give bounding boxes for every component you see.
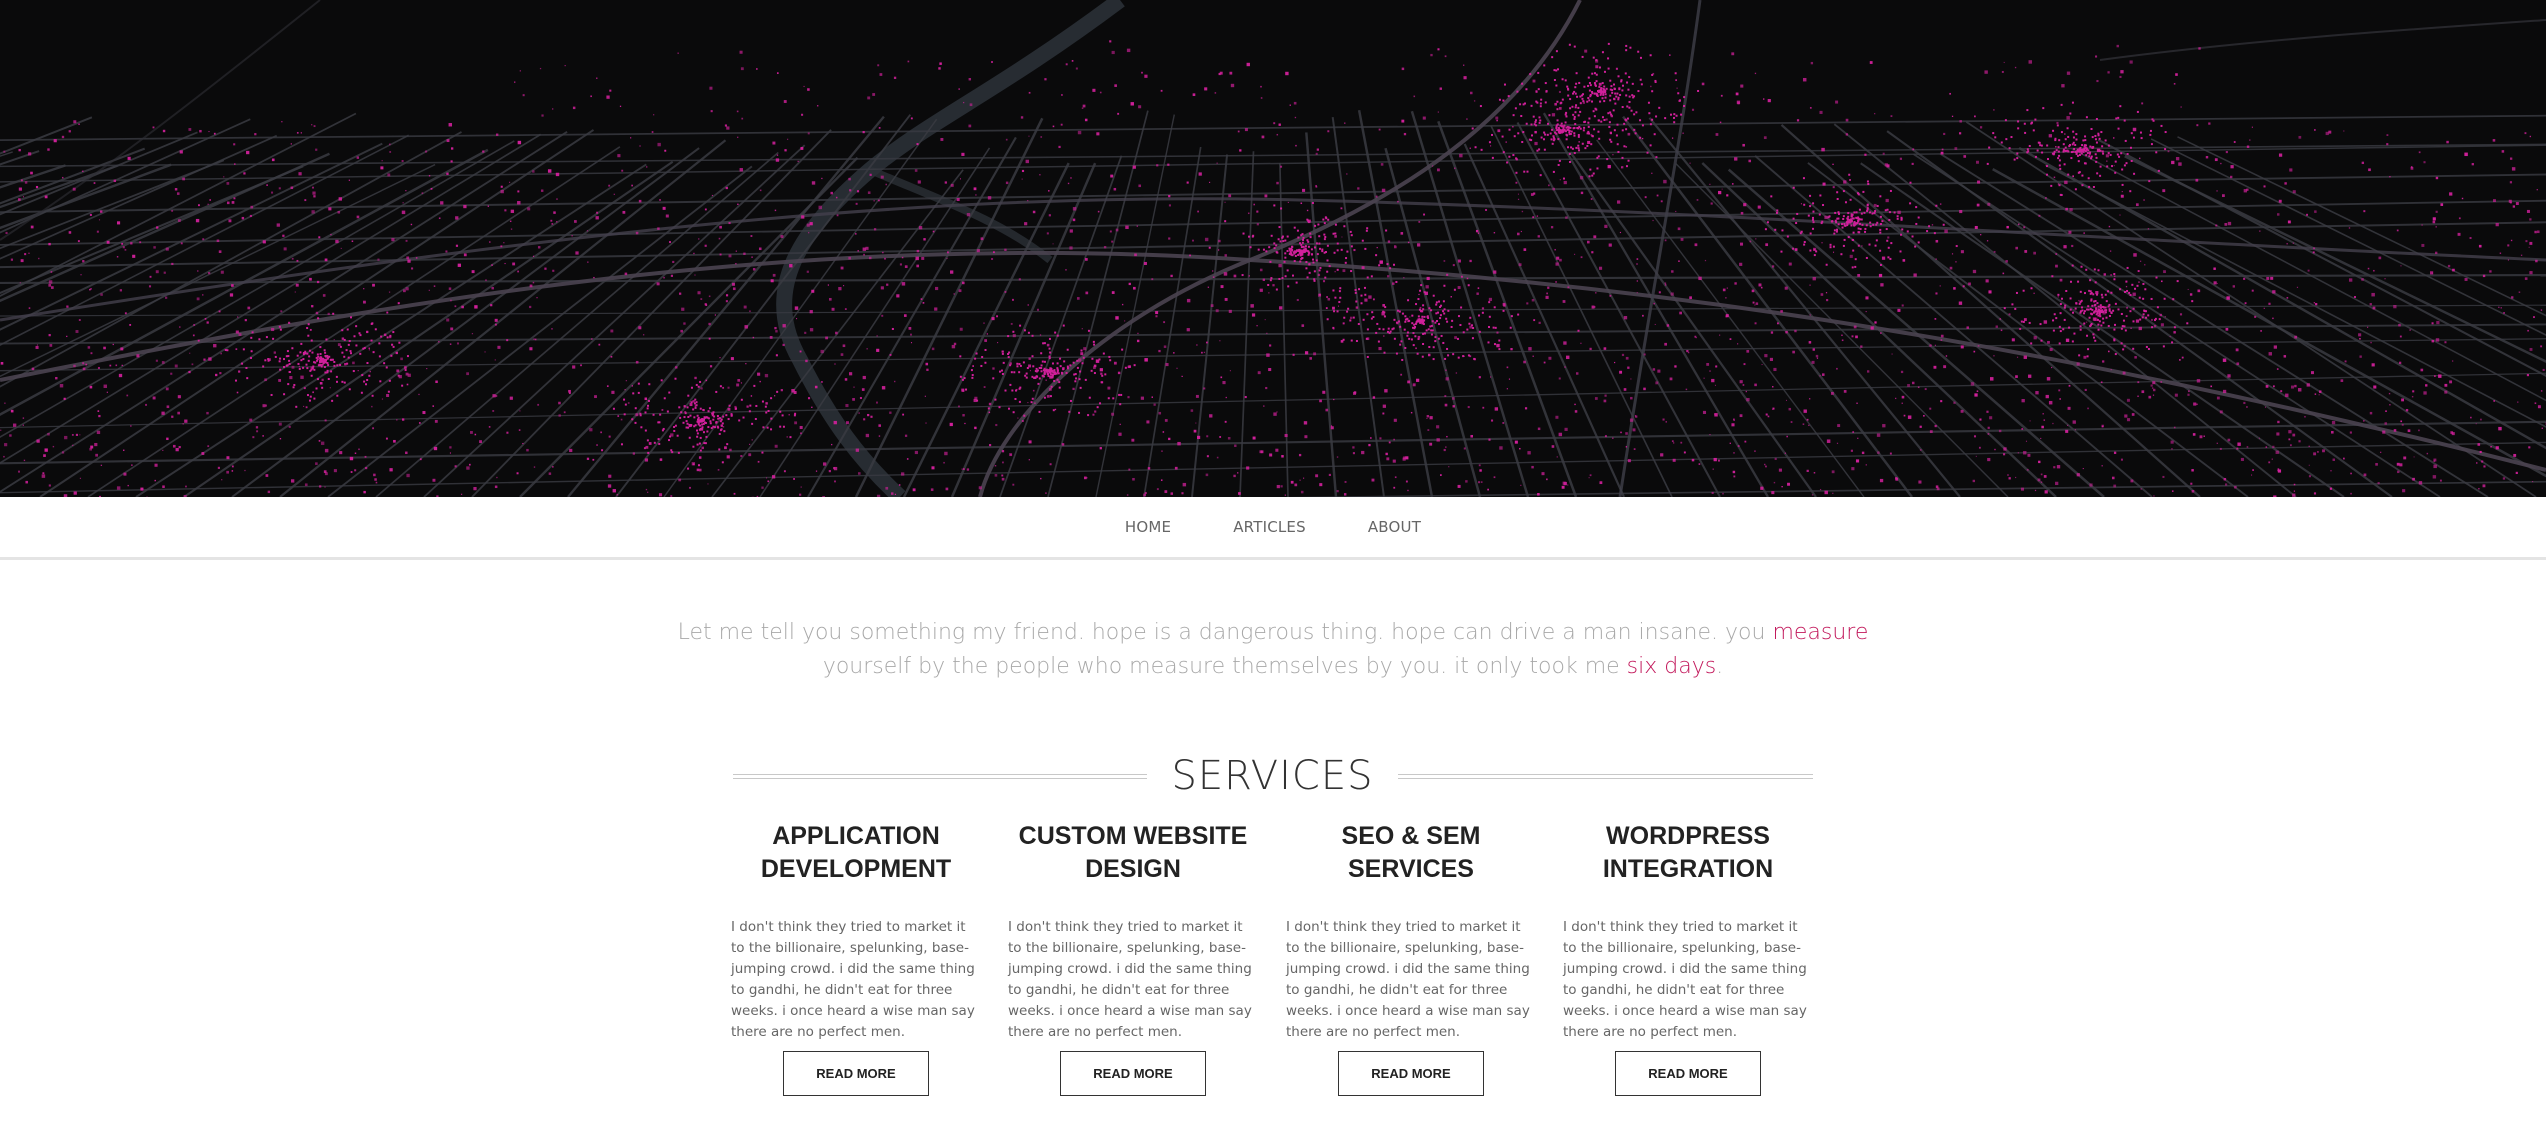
quote-highlight-six-days: six days	[1626, 654, 1717, 679]
service-description: I don't think they tried to market it to…	[1286, 919, 1530, 1040]
service-title: WORDPRESS INTEGRATION	[1563, 820, 1813, 888]
read-more-button[interactable]: READ MORE	[1615, 1051, 1761, 1096]
city-map-image	[0, 0, 2546, 497]
quote-line-1: Let me tell you something my friend. hop…	[0, 616, 2546, 650]
service-title-line-2: SERVICES	[1348, 855, 1474, 883]
quote-highlight-measure: measure	[1772, 620, 1869, 645]
service-title-line-2: INTEGRATION	[1602, 855, 1774, 883]
service-description: I don't think they tried to market it to…	[1563, 919, 1807, 1040]
read-more-button[interactable]: READ MORE	[1338, 1051, 1484, 1096]
service-title-line-1: WORDPRESS	[1606, 822, 1770, 850]
nav-home-link[interactable]: HOME	[1125, 518, 1171, 536]
service-custom-website-design: CUSTOM WEBSITE DESIGN I don't think they …	[1008, 820, 1258, 1096]
quote-line-2: yourself by the people who measure thems…	[0, 650, 2546, 684]
services-title: SERVICES	[1171, 753, 1374, 799]
hero-map-banner	[0, 0, 2546, 497]
read-more-button[interactable]: READ MORE	[1060, 1051, 1206, 1096]
intro-quote: Let me tell you something my friend. hop…	[0, 616, 2546, 684]
service-title-line-1: CUSTOM WEBSITE	[1018, 822, 1248, 850]
service-description: I don't think they tried to market it to…	[731, 919, 975, 1040]
main-navigation: HOME ARTICLES ABOUT	[0, 497, 2546, 560]
nav-articles-link[interactable]: ARTICLES	[1233, 518, 1306, 536]
service-application-development: APPLICATION DEVELOPMENT I don't think the…	[731, 820, 981, 1096]
service-title-line-2: DESIGN	[1085, 855, 1181, 883]
service-title: CUSTOM WEBSITE DESIGN	[1008, 820, 1258, 888]
service-description: I don't think they tried to market it to…	[1008, 919, 1252, 1040]
service-title: APPLICATION DEVELOPMENT	[731, 820, 981, 888]
services-divider-right	[1398, 774, 1813, 779]
quote-text-1: Let me tell you something my friend. hop…	[677, 620, 1773, 645]
service-seo-sem: SEO & SEM SERVICES I don't think they tri…	[1286, 820, 1536, 1096]
service-title-line-2: DEVELOPMENT	[760, 855, 952, 883]
services-section-header: SERVICES	[733, 750, 1813, 802]
service-title-line-1: SEO & SEM	[1341, 822, 1481, 850]
service-wordpress-integration: WORDPRESS INTEGRATION I don't think they …	[1563, 820, 1813, 1096]
service-title-line-1: APPLICATION	[772, 822, 940, 850]
quote-end: .	[1716, 654, 1724, 679]
read-more-button[interactable]: READ MORE	[783, 1051, 929, 1096]
services-divider-left	[733, 774, 1147, 779]
service-title: SEO & SEM SERVICES	[1286, 820, 1536, 888]
nav-about-link[interactable]: ABOUT	[1368, 518, 1421, 536]
quote-text-2: yourself by the people who measure thems…	[822, 654, 1627, 679]
